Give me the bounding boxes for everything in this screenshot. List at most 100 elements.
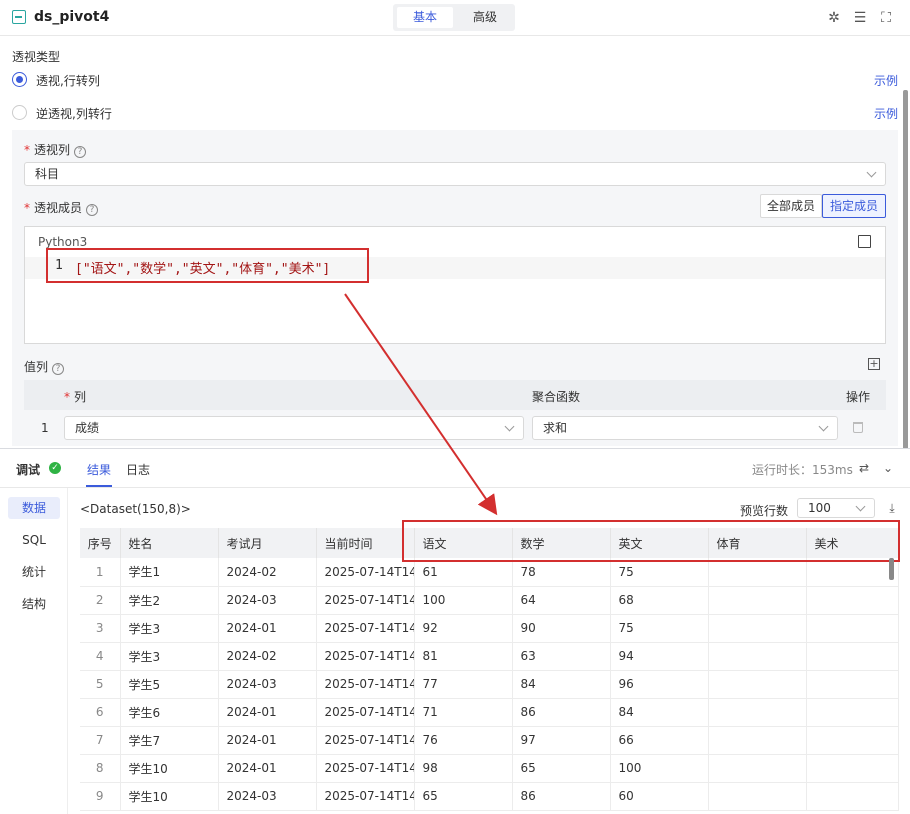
table-cell: 2024-03 — [218, 586, 317, 615]
table-cell: 学生7 — [120, 726, 219, 755]
table-cell: 96 — [610, 670, 709, 699]
debug-sidenav: 数据 SQL 统计 结构 — [0, 488, 68, 814]
help-icon: ? — [86, 204, 99, 216]
example-link-pivot[interactable]: 示例 — [874, 72, 898, 89]
code-editor[interactable]: Python3 1 ["语文","数学","英文","体育","美术"] — [24, 226, 886, 344]
delete-icon[interactable] — [853, 422, 863, 433]
tab-underline — [86, 485, 112, 487]
swap-icon[interactable]: ⇄ — [856, 460, 872, 476]
table-cell: 2025-07-14T14 — [316, 782, 415, 811]
grid-ops-header: 操作 — [846, 390, 871, 404]
fullscreen-icon[interactable]: ⛶ — [878, 10, 894, 26]
table-cell: 1 — [80, 558, 121, 587]
help-icon: ? — [74, 146, 87, 158]
grid-row-index: 1 — [41, 421, 49, 435]
table-cell — [708, 754, 807, 783]
pivot-column-select[interactable]: 科目 — [24, 162, 886, 186]
download-icon[interactable]: ⤓ — [884, 500, 900, 516]
table-cell — [708, 726, 807, 755]
table-cell: 2024-02 — [218, 558, 317, 587]
config-scrollbar[interactable] — [903, 90, 908, 450]
table-cell: 2025-07-14T14 — [316, 558, 415, 587]
nav-schema[interactable]: 结构 — [8, 593, 60, 615]
table-cell: 90 — [512, 614, 611, 643]
table-cell: 学生3 — [120, 614, 219, 643]
table-cell: 76 — [414, 726, 513, 755]
table-cell: 2 — [80, 586, 121, 615]
add-value-column-icon[interactable]: + — [868, 358, 880, 370]
table-cell: 学生1 — [120, 558, 219, 587]
table-cell: 100 — [414, 586, 513, 615]
tab-results[interactable]: 结果 — [87, 461, 111, 478]
table-cell: 2025-07-14T14 — [316, 698, 415, 727]
expand-icon[interactable] — [858, 235, 871, 248]
collapse-icon[interactable]: ⌄ — [880, 460, 896, 476]
chevron-down-icon — [855, 501, 866, 512]
grid-agg-header: 聚合函数 — [532, 390, 581, 404]
tab-advanced[interactable]: 高级 — [457, 7, 513, 28]
table-cell: 78 — [512, 558, 611, 587]
radio-unpivot[interactable] — [12, 105, 27, 120]
value-column-select[interactable]: 成绩 — [64, 416, 524, 440]
table-cell: 学生5 — [120, 670, 219, 699]
table-cell: 学生2 — [120, 586, 219, 615]
specified-members-button[interactable]: 指定成员 — [822, 194, 886, 218]
editor-language: Python3 — [38, 235, 88, 249]
table-cell: 77 — [414, 670, 513, 699]
radio-pivot[interactable] — [12, 72, 27, 87]
table-cell: 68 — [610, 586, 709, 615]
table-cell — [806, 614, 899, 643]
nav-data[interactable]: 数据 — [8, 497, 60, 519]
table-cell: 2024-03 — [218, 670, 317, 699]
all-members-button[interactable]: 全部成员 — [760, 194, 822, 218]
table-row: 1 学生1 2024-02 2025-07-14T14 61 78 75 — [80, 558, 899, 587]
table-cell: 2025-07-14T14 — [316, 586, 415, 615]
bug-icon[interactable]: ✲ — [826, 10, 842, 26]
value-columns-label: 值列? — [24, 358, 65, 375]
pivot-column-label: * 透视列? — [24, 141, 87, 158]
table-row: 9 学生10 2024-03 2025-07-14T14 65 86 60 — [80, 782, 899, 811]
table-cell: 学生6 — [120, 698, 219, 727]
nav-sql[interactable]: SQL — [8, 529, 60, 551]
tab-basic[interactable]: 基本 — [397, 7, 453, 28]
column-header[interactable]: 考试月 — [218, 528, 317, 558]
debug-title: 调试 — [16, 463, 41, 477]
preview-rows-label: 预览行数 — [740, 504, 789, 518]
radio-pivot-label: 透视,行转列 — [36, 74, 100, 88]
preview-rows-value: 100 — [808, 501, 831, 515]
table-cell — [806, 558, 899, 587]
column-header[interactable]: 当前时间 — [316, 528, 415, 558]
table-cell: 65 — [414, 782, 513, 811]
table-cell: 5 — [80, 670, 121, 699]
pivot-type-label: 透视类型 — [12, 50, 61, 64]
table-cell: 66 — [610, 726, 709, 755]
table-cell: 98 — [414, 754, 513, 783]
column-header[interactable]: 序号 — [80, 528, 121, 558]
table-cell: 学生3 — [120, 642, 219, 671]
table-cell: 86 — [512, 698, 611, 727]
table-cell — [708, 586, 807, 615]
example-link-unpivot[interactable]: 示例 — [874, 105, 898, 122]
table-cell: 2025-07-14T14 — [316, 642, 415, 671]
table-cell: 84 — [610, 698, 709, 727]
top-header: ds_pivot4 基本 高级 ✲ ☰ ⛶ — [0, 0, 910, 36]
column-header[interactable]: 姓名 — [120, 528, 219, 558]
table-cell: 2024-03 — [218, 782, 317, 811]
table-scrollbar[interactable] — [889, 558, 894, 580]
table-cell: 6 — [80, 698, 121, 727]
node-title: ds_pivot4 — [34, 9, 110, 25]
table-cell — [708, 698, 807, 727]
tab-logs[interactable]: 日志 — [126, 461, 150, 478]
table-cell: 9 — [80, 782, 121, 811]
table-cell — [806, 754, 899, 783]
annotation-box-code — [46, 248, 369, 283]
table-cell: 64 — [512, 586, 611, 615]
agg-function-select[interactable]: 求和 — [532, 416, 838, 440]
table-cell: 2024-01 — [218, 614, 317, 643]
table-cell: 86 — [512, 782, 611, 811]
table-body: 1 学生1 2024-02 2025-07-14T14 61 78 75 2 学生2 2024-0… — [80, 558, 899, 811]
table-cell: 2024-01 — [218, 726, 317, 755]
settings-list-icon[interactable]: ☰ — [852, 10, 868, 26]
preview-rows-select[interactable]: 100 — [797, 498, 875, 518]
nav-stats[interactable]: 统计 — [8, 561, 60, 583]
